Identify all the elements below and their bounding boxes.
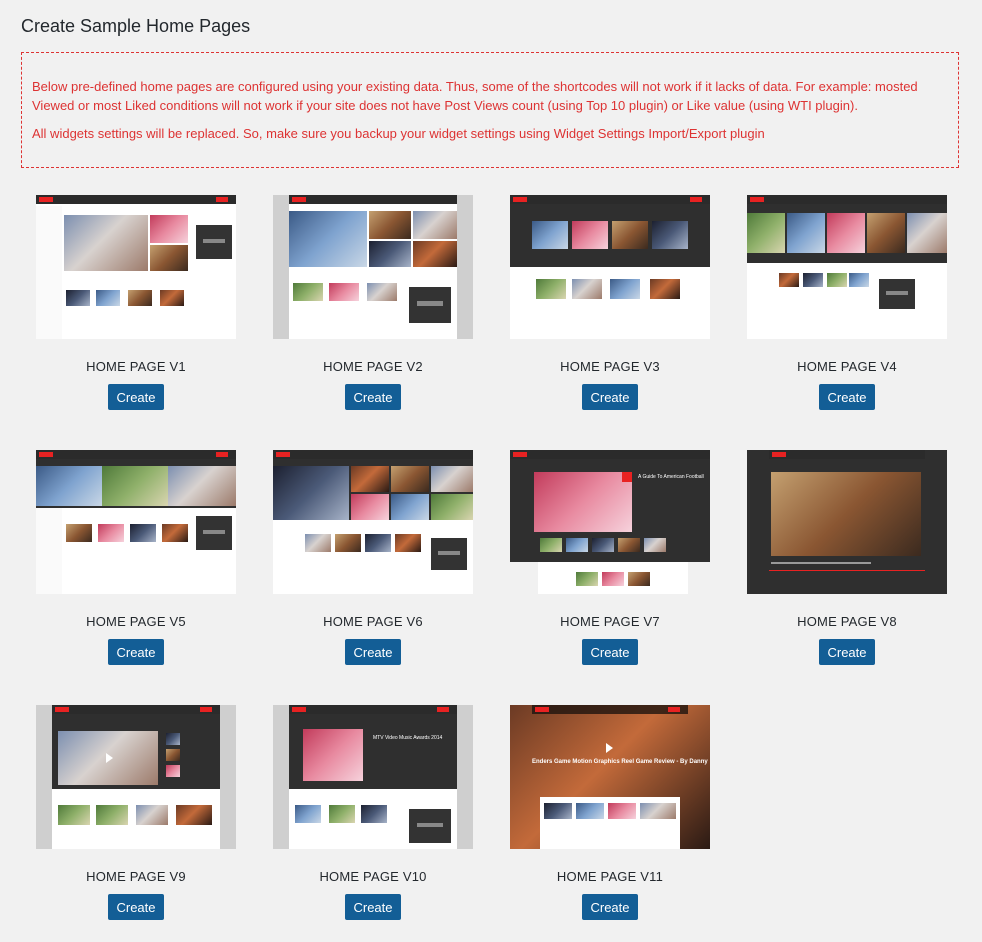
home-page-card: HOME PAGE V9 Create — [36, 705, 236, 920]
home-page-card: HOME PAGE V8 Create — [747, 450, 947, 665]
home-page-title: HOME PAGE V2 — [323, 359, 423, 374]
home-page-card: Enders Game Motion Graphics Reel Game Re… — [510, 705, 710, 920]
v10-headline: MTV Video Music Awards 2014 — [373, 735, 443, 741]
home-page-card: HOME PAGE V4 Create — [747, 195, 947, 410]
home-page-title: HOME PAGE V3 — [560, 359, 660, 374]
v11-headline: Enders Game Motion Graphics Reel Game Re… — [532, 759, 708, 765]
home-page-title: HOME PAGE V6 — [323, 614, 423, 629]
home-page-card: HOME PAGE V1 Create — [36, 195, 236, 410]
home-page-title: HOME PAGE V9 — [86, 869, 186, 884]
create-home-page-v9-button[interactable]: Create — [108, 894, 164, 920]
home-page-card: MTV Video Music Awards 2014 HOME PAGE V1… — [273, 705, 473, 920]
home-page-v3-preview[interactable] — [510, 195, 710, 339]
create-home-page-v8-button[interactable]: Create — [819, 639, 875, 665]
home-page-v10-preview[interactable]: MTV Video Music Awards 2014 — [273, 705, 473, 849]
create-home-page-v4-button[interactable]: Create — [819, 384, 875, 410]
home-page-v9-preview[interactable] — [36, 705, 236, 849]
home-page-title: HOME PAGE V11 — [556, 869, 664, 884]
home-page-title: HOME PAGE V1 — [86, 359, 186, 374]
home-page-v7-preview[interactable]: A Guide To American Football — [510, 450, 710, 594]
create-home-page-v11-button[interactable]: Create — [582, 894, 638, 920]
home-page-card: HOME PAGE V5 Create — [36, 450, 236, 665]
home-page-title: HOME PAGE V4 — [797, 359, 897, 374]
home-page-card: HOME PAGE V3 Create — [510, 195, 710, 410]
create-home-page-v10-button[interactable]: Create — [345, 894, 401, 920]
home-page-title: HOME PAGE V10 — [319, 869, 427, 884]
home-page-v11-preview[interactable]: Enders Game Motion Graphics Reel Game Re… — [510, 705, 710, 849]
create-home-page-v1-button[interactable]: Create — [108, 384, 164, 410]
home-page-card: A Guide To American Football HOME PAGE V… — [510, 450, 710, 665]
create-home-page-v3-button[interactable]: Create — [582, 384, 638, 410]
home-page-card: HOME PAGE V2 Create — [273, 195, 473, 410]
home-page-title: HOME PAGE V8 — [797, 614, 897, 629]
home-page-title: HOME PAGE V7 — [560, 614, 660, 629]
home-page-v6-preview[interactable] — [273, 450, 473, 594]
home-page-v5-preview[interactable] — [36, 450, 236, 594]
home-page-card: HOME PAGE V6 Create — [273, 450, 473, 665]
create-home-page-v2-button[interactable]: Create — [345, 384, 401, 410]
home-page-v2-preview[interactable] — [273, 195, 473, 339]
home-page-title: HOME PAGE V5 — [86, 614, 186, 629]
create-home-page-v5-button[interactable]: Create — [108, 639, 164, 665]
home-page-grid: HOME PAGE V1 Create HOME PAGE V2 Create — [0, 0, 982, 942]
v7-headline: A Guide To American Football — [638, 474, 704, 480]
home-page-v8-preview[interactable] — [747, 450, 947, 594]
home-page-v4-preview[interactable] — [747, 195, 947, 339]
home-page-v1-preview[interactable] — [36, 195, 236, 339]
create-home-page-v7-button[interactable]: Create — [582, 639, 638, 665]
create-home-page-v6-button[interactable]: Create — [345, 639, 401, 665]
